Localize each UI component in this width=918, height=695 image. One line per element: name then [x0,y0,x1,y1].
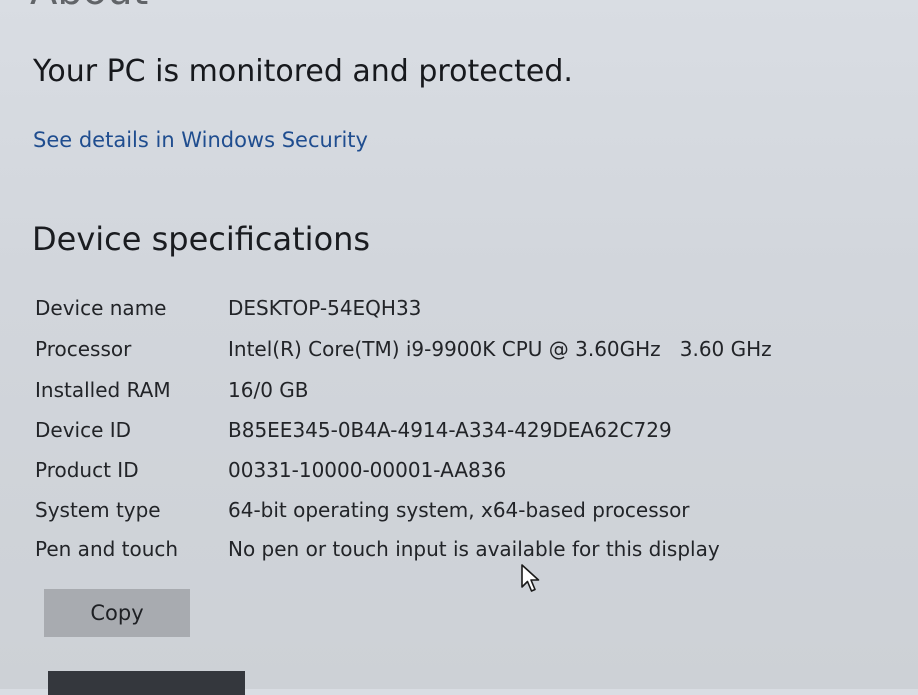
page-heading: About [30,0,148,14]
mouse-pointer-icon [520,563,542,595]
spec-row-system-type: System type 64-bit operating system, x64… [35,498,895,530]
spec-row-installed-ram: Installed RAM 16/0 GB [35,378,895,410]
spec-label: Installed RAM [35,378,171,402]
spec-label: Processor [35,337,132,361]
spec-row-product-id: Product ID 00331-10000-00001-AA836 [35,458,895,490]
spec-row-device-name: Device name DESKTOP-54EQH33 [35,296,895,328]
spec-value: 16/0 GB [228,378,309,402]
spec-label: Device ID [35,418,132,442]
spec-value: B85EE345-0B4A-4914-A334-429DEA62C729 [228,418,672,442]
rename-pc-button[interactable] [48,671,245,695]
spec-row-processor: Processor Intel(R) Core(TM) i9-9900K CPU… [35,337,895,369]
protection-status: Your PC is monitored and protected. [33,54,573,89]
spec-value: 00331-10000-00001-AA836 [228,458,507,482]
windows-security-link[interactable]: See details in Windows Security [33,128,368,152]
spec-label: System type [35,498,161,522]
spec-value: Intel(R) Core(TM) i9-9900K CPU @ 3.60GHz… [228,337,772,361]
spec-label: Product ID [35,458,139,482]
copy-button[interactable]: Copy [44,589,190,637]
spec-label: Device name [35,296,167,320]
spec-value: DESKTOP-54EQH33 [228,296,422,320]
spec-label: Pen and touch [35,537,179,561]
spec-row-pen-and-touch: Pen and touch No pen or touch input is a… [35,537,895,569]
spec-value: 64-bit operating system, x64-based proce… [228,498,690,522]
spec-value: No pen or touch input is available for t… [228,537,720,561]
device-specifications-title: Device specifications [32,220,371,258]
spec-row-device-id: Device ID B85EE345-0B4A-4914-A334-429DEA… [35,418,895,450]
